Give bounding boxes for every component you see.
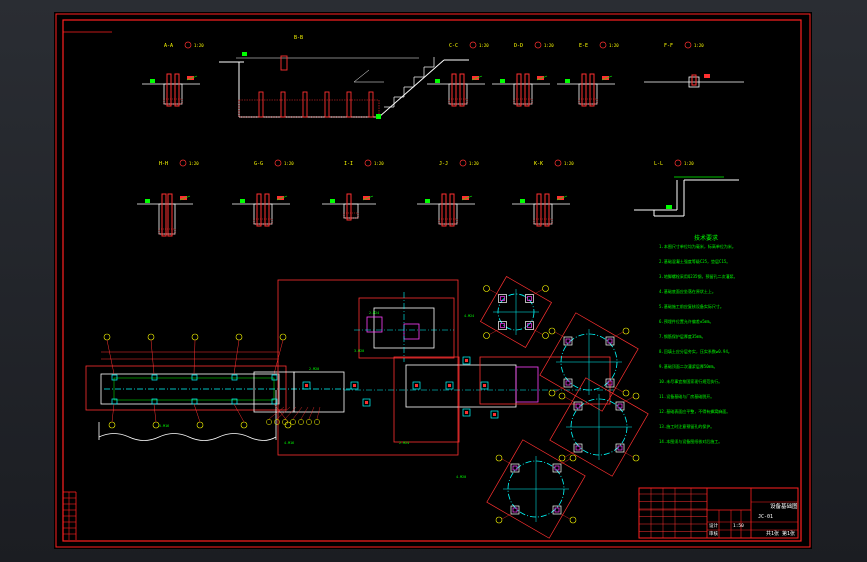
dim-annotation: 4-M24 (464, 314, 474, 318)
section-scale: 1:20 (469, 161, 479, 166)
note-line-8: 8.回填土应分层夯实，压实系数≥0.94。 (659, 348, 732, 354)
section-ii: I-I 1:20 (322, 159, 384, 221)
section-views: A-A 1:20B-BC-C 1:20 D-D 1:20 E-E 1:20 F-F 1:20H-… (137, 35, 744, 237)
section-scale: 1:20 (564, 161, 574, 166)
cad-viewport[interactable]: A-A 1:20 B-B C-C 1:20 D-D 1:20 E-E 1:20 F-F 1:20 H-… (0, 0, 867, 562)
section-aa: A-A 1:20 (142, 41, 204, 107)
section-bb: B-B (219, 35, 469, 119)
note-line-5: 5.基础施工前应复核设备实际尺寸。 (659, 303, 724, 309)
section-ff: F-F 1:20 (644, 41, 744, 88)
section-scale: 1:20 (544, 43, 554, 48)
section-title: L-L (654, 161, 663, 167)
section-title: G-G (254, 161, 263, 167)
dim-annotation: 4-M20 (456, 475, 466, 479)
dim-annotation: 2-M20 (309, 367, 319, 371)
note-line-9: 9.基础顶面二次灌浆层厚50mm。 (659, 363, 717, 369)
section-hh: H-H 1:20 (137, 159, 199, 237)
dim-annotation: 3-M20 (354, 349, 364, 353)
section-title: D-D (514, 43, 523, 49)
dim-annotation: 4-M16 (284, 441, 294, 445)
section-scale: 1:20 (284, 161, 294, 166)
section-title: A-A (164, 43, 173, 49)
drawing-number: JC-01 (758, 514, 773, 520)
dim-annotation: 2-M24 (399, 441, 409, 445)
section-cc: C-C 1:20 (427, 41, 489, 107)
note-line-14: 14.本图须与设备图纸核对后施工。 (659, 438, 722, 444)
section-title: J-J (439, 161, 448, 167)
notes-heading: 技术要求 (694, 234, 718, 242)
section-ee: E-E 1:20 (557, 41, 619, 107)
section-scale: 1:20 (374, 161, 384, 166)
section-kk: K-K 1:20 (512, 159, 574, 227)
outer-border (55, 13, 811, 548)
margin-table (63, 492, 76, 540)
section-jj: J-J 1:20 (417, 159, 479, 227)
section-ll: L-L 1:20 (634, 159, 739, 217)
section-title: I-I (344, 161, 353, 167)
checker-label: 审核 (709, 530, 718, 537)
section-title: K-K (534, 161, 543, 167)
drawing-title: 设备基础图 (770, 502, 798, 510)
foundation-plan: 2-M24 3-M20 4-M16 2-M24 4-M20 5-M16 2-M20 4-M24 (85, 276, 649, 539)
section-scale: 1:20 (479, 43, 489, 48)
section-dd: D-D 1:20 (492, 41, 554, 107)
note-line-11: 11.设备基础与厂房基础脱开。 (659, 393, 714, 399)
section-scale: 1:20 (694, 43, 704, 48)
inner-border (62, 19, 802, 542)
section-title: C-C (449, 43, 458, 49)
section-title: B-B (294, 35, 303, 41)
section-scale: 1:20 (684, 161, 694, 166)
title-block: 设备基础图 JC-01 共1张 第1张 1:50 设计 审核 (638, 487, 799, 539)
note-line-2: 2.基础混凝土强度等级C25，垫层C15。 (659, 258, 730, 264)
drawing-canvas: A-A 1:20B-BC-C 1:20 D-D 1:20 E-E 1:20 F-F 1:20H-… (55, 13, 811, 548)
section-title: E-E (579, 43, 588, 49)
note-line-12: 12.基础表面应平整，不得有蜂窝麻面。 (659, 408, 730, 414)
section-title: H-H (159, 161, 168, 167)
section-scale: 1:20 (189, 161, 199, 166)
sheet-number: 共1张 第1张 (766, 530, 795, 537)
drawing-sheet: A-A 1:20 B-B C-C 1:20 D-D 1:20 E-E 1:20 F-F 1:20 H-… (54, 12, 812, 549)
section-title: F-F (664, 43, 673, 49)
dim-annotation: 5-M16 (159, 424, 169, 428)
note-line-13: 13.施工时注意预留孔的保护。 (659, 423, 714, 429)
note-line-4: 4.基础底面应坐落在原状土上。 (659, 288, 716, 294)
note-line-7: 7.钢筋保护层厚度35mm。 (659, 333, 705, 339)
section-gg: G-G 1:20 (232, 159, 294, 227)
note-line-3: 3.地脚螺栓采用Q235钢，预留孔二次灌浆。 (659, 273, 737, 279)
section-scale: 1:20 (609, 43, 619, 48)
drawing-scale: 1:50 (733, 523, 744, 529)
note-line-6: 6.预埋件位置允许偏差±5mm。 (659, 318, 713, 324)
designer-label: 设计 (709, 522, 718, 529)
technical-notes: 技术要求 1.本图尺寸单位均为毫米，标高单位为米。 2.基础混凝土强度等级C25，… (659, 234, 737, 444)
section-scale: 1:20 (194, 43, 204, 48)
dim-annotation: 2-M24 (369, 311, 379, 315)
note-line-10: 10.未尽事宜按国家现行规范执行。 (659, 378, 722, 384)
note-line-1: 1.本图尺寸单位均为毫米，标高单位为米。 (659, 243, 736, 249)
